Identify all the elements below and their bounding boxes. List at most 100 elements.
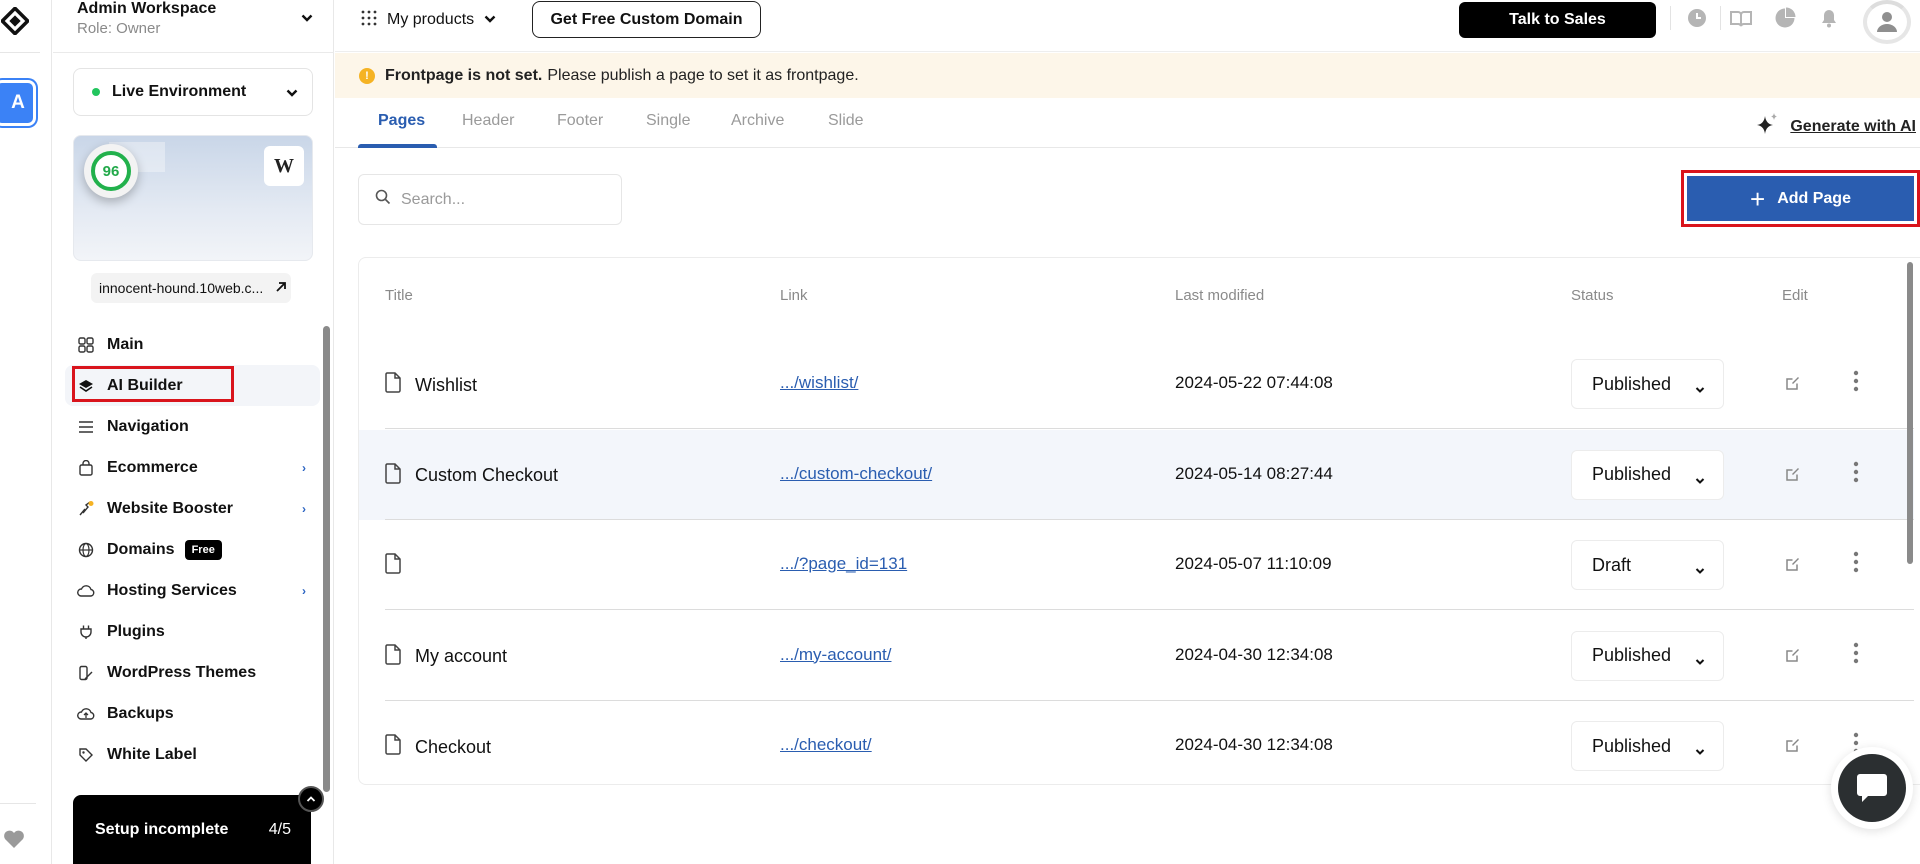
- chevron-up-icon[interactable]: [298, 786, 324, 812]
- chat-widget-button[interactable]: [1831, 747, 1913, 829]
- status-select[interactable]: Published: [1571, 630, 1724, 681]
- setup-label: Setup incomplete: [95, 821, 229, 838]
- edit-icon[interactable]: [1784, 374, 1802, 397]
- sidebar-item-main[interactable]: Main: [65, 324, 320, 365]
- search-box[interactable]: [358, 174, 622, 225]
- rail-divider: [0, 803, 36, 804]
- tab-footer[interactable]: Footer: [557, 112, 603, 130]
- sidebar-scrollbar[interactable]: [323, 326, 330, 792]
- table-scrollbar[interactable]: [1907, 262, 1913, 564]
- sidebar-item-website-booster[interactable]: Website Booster ›: [65, 488, 320, 529]
- sidebar-item-label: Website Booster: [107, 499, 233, 517]
- chevron-down-icon: [1695, 378, 1705, 399]
- page-title-cell[interactable]: My account: [385, 643, 507, 670]
- get-free-domain-button[interactable]: Get Free Custom Domain: [532, 1, 761, 38]
- edit-icon[interactable]: [1784, 465, 1802, 488]
- last-modified: 2024-04-30 12:34:08: [1175, 735, 1333, 754]
- chevron-down-icon: [1695, 469, 1705, 490]
- sidebar-item-white-label[interactable]: White Label: [65, 734, 320, 775]
- setup-progress-panel[interactable]: Setup incomplete 4/5: [73, 786, 324, 864]
- sidebar-item-plugins[interactable]: Plugins: [65, 611, 320, 652]
- sidebar-item-ecommerce[interactable]: Ecommerce ›: [65, 447, 320, 488]
- page-link[interactable]: .../custom-checkout/: [780, 464, 932, 484]
- status-select[interactable]: Published: [1571, 449, 1724, 500]
- table-row[interactable]: Checkout .../checkout/2024-04-30 12:34:08…: [359, 701, 1914, 784]
- tab-single[interactable]: Single: [646, 112, 690, 130]
- score-value: 96: [91, 151, 131, 191]
- workspace-switcher[interactable]: Admin Workspace Role: Owner: [65, 0, 329, 52]
- sidebar-item-label: Backups: [107, 704, 174, 722]
- page-title-cell[interactable]: Custom Checkout: [385, 462, 558, 489]
- tab-slide[interactable]: Slide: [828, 112, 864, 130]
- site-url-link[interactable]: innocent-hound.10web.c...: [91, 273, 291, 303]
- sidebar-item-navigation[interactable]: Navigation: [65, 406, 320, 447]
- page-link[interactable]: .../?page_id=131: [780, 554, 907, 574]
- environment-select[interactable]: Live Environment: [73, 68, 313, 116]
- wordpress-badge-icon[interactable]: W: [264, 146, 304, 186]
- plug-icon: [77, 623, 95, 641]
- user-icon: [1877, 12, 1897, 32]
- bell-icon[interactable]: [1817, 6, 1841, 30]
- edit-icon[interactable]: [1784, 646, 1802, 669]
- book-icon[interactable]: [1729, 6, 1753, 30]
- menu-icon: [77, 418, 95, 436]
- more-options-icon[interactable]: [1853, 642, 1859, 669]
- page-title-cell[interactable]: [385, 553, 415, 579]
- page-link[interactable]: .../my-account/: [780, 645, 891, 665]
- table-row[interactable]: Wishlist .../wishlist/2024-05-22 07:44:08…: [359, 339, 1914, 429]
- search-input[interactable]: [401, 190, 601, 209]
- sidebar-item-backups[interactable]: Backups: [65, 693, 320, 734]
- edit-icon[interactable]: [1784, 736, 1802, 759]
- site-preview[interactable]: 96 W: [73, 135, 313, 261]
- sidebar: Admin Workspace Role: Owner Live Environ…: [53, 0, 334, 864]
- sidebar-item-domains[interactable]: Domains Free: [65, 529, 320, 570]
- page-title-cell[interactable]: Checkout: [385, 734, 491, 760]
- sidebar-item-ai-builder[interactable]: AI Builder: [65, 365, 320, 406]
- more-options-icon[interactable]: [1853, 370, 1859, 397]
- status-dot-icon: [92, 88, 100, 96]
- tab-pages[interactable]: Pages: [378, 112, 425, 130]
- column-header-edit: Edit: [1782, 287, 1808, 304]
- tab-archive[interactable]: Archive: [731, 112, 784, 130]
- edit-icon[interactable]: [1784, 555, 1802, 578]
- status-select[interactable]: Published: [1571, 721, 1724, 771]
- column-header-last-modified[interactable]: Last modified: [1175, 287, 1264, 304]
- document-icon: [385, 372, 401, 398]
- performance-score[interactable]: 96: [84, 144, 138, 198]
- column-header-status[interactable]: Status: [1571, 287, 1614, 304]
- active-tab-indicator: [358, 144, 437, 148]
- column-header-link[interactable]: Link: [780, 287, 808, 304]
- sidebar-item-hosting-services[interactable]: Hosting Services ›: [65, 570, 320, 611]
- generate-with-ai-link[interactable]: Generate with AI: [1756, 112, 1916, 141]
- add-page-label: Add Page: [1777, 189, 1851, 207]
- workspace-name: Admin Workspace: [77, 0, 217, 17]
- sidebar-nav: Main AI Builder Navigation Ecommerce › W…: [65, 324, 320, 775]
- talk-to-sales-button[interactable]: Talk to Sales: [1459, 2, 1656, 38]
- page-link[interactable]: .../checkout/: [780, 735, 872, 755]
- document-icon: [385, 643, 401, 670]
- table-row[interactable]: .../?page_id=131 2024-05-07 11:10:09 Draft: [359, 520, 1914, 610]
- sidebar-item-label: White Label: [107, 745, 197, 763]
- page-link[interactable]: .../wishlist/: [780, 373, 858, 393]
- heart-icon[interactable]: [2, 828, 26, 850]
- pie-chart-icon[interactable]: [1773, 6, 1797, 30]
- tenweb-logo-icon[interactable]: [0, 2, 30, 40]
- page-title: Checkout: [415, 736, 492, 757]
- clock-icon[interactable]: [1685, 6, 1709, 30]
- status-select[interactable]: Published: [1571, 359, 1724, 409]
- table-row[interactable]: My account .../my-account/2024-04-30 12:3…: [359, 611, 1914, 701]
- chevron-down-icon: [286, 85, 298, 103]
- my-products-menu[interactable]: My products: [361, 8, 496, 32]
- workspace-avatar[interactable]: A: [0, 80, 36, 126]
- sidebar-item-wordpress-themes[interactable]: WordPress Themes: [65, 652, 320, 693]
- table-row[interactable]: Custom Checkout .../custom-checkout/2024-…: [359, 429, 1914, 520]
- more-options-icon[interactable]: [1853, 461, 1859, 488]
- status-select[interactable]: Draft: [1571, 540, 1724, 590]
- tab-header[interactable]: Header: [462, 112, 514, 130]
- pages-table: Title Link Last modified Status Edit Wis…: [358, 257, 1920, 785]
- user-avatar[interactable]: [1863, 0, 1911, 44]
- more-options-icon[interactable]: [1853, 551, 1859, 578]
- add-page-button[interactable]: + Add Page: [1687, 176, 1914, 221]
- column-header-title[interactable]: Title: [385, 287, 413, 304]
- page-title-cell[interactable]: Wishlist: [385, 372, 477, 398]
